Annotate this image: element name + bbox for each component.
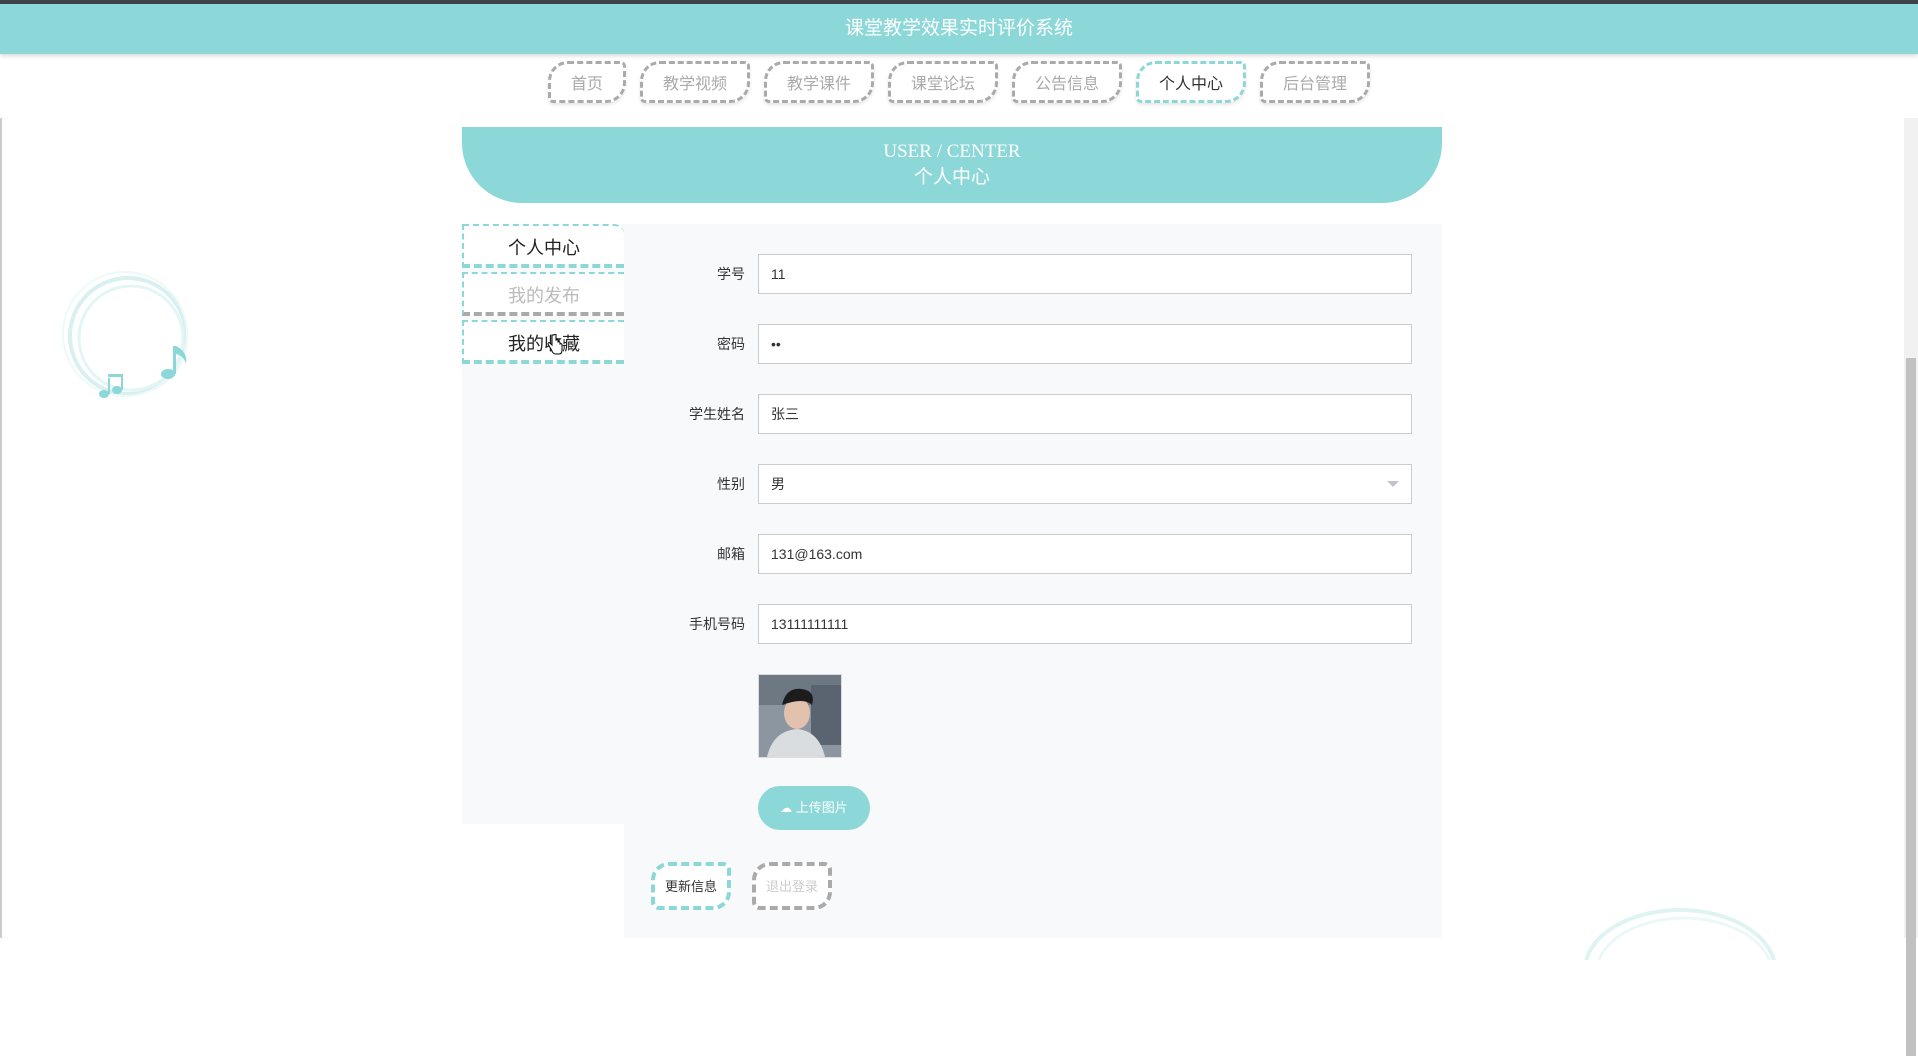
scrollbar-thumb[interactable] bbox=[1906, 358, 1916, 1056]
upload-image-button[interactable]: ☁ 上传图片 bbox=[758, 786, 870, 830]
phone-input[interactable]: 13111111111 bbox=[758, 604, 1412, 644]
nav-announcements[interactable]: 公告信息 bbox=[1012, 61, 1123, 103]
music-circle-decoration bbox=[62, 271, 188, 398]
banner-title-en: USER / CENTER bbox=[883, 141, 1021, 162]
student-id-label: 学号 bbox=[717, 266, 745, 282]
page-scrollbar[interactable] bbox=[1904, 118, 1918, 1056]
site-title: 课堂教学效果实时评价系统 bbox=[844, 18, 1073, 39]
banner-title-cn: 个人中心 bbox=[913, 167, 990, 188]
nav-teaching-video[interactable]: 教学视频 bbox=[639, 61, 750, 103]
sidebar-item-my-favorites[interactable]: 我的收藏 bbox=[462, 320, 624, 364]
student-name-label: 学生姓名 bbox=[689, 406, 745, 422]
top-nav: 首页 教学视频 教学课件 课堂论坛 公告信息 个人中心 后台管理 bbox=[0, 61, 1918, 103]
nav-home[interactable]: 首页 bbox=[547, 61, 626, 103]
nav-personal-center[interactable]: 个人中心 bbox=[1136, 61, 1247, 103]
page-left-border bbox=[0, 118, 2, 938]
avatar-photo bbox=[759, 675, 841, 757]
nav-admin[interactable]: 后台管理 bbox=[1260, 61, 1371, 103]
password-input[interactable]: •• bbox=[758, 324, 1412, 364]
update-info-button[interactable]: 更新信息 bbox=[651, 862, 731, 910]
password-label: 密码 bbox=[717, 336, 745, 352]
upload-image-label: 上传图片 bbox=[795, 800, 848, 815]
hand-cursor-icon bbox=[547, 334, 563, 355]
sidebar-item-my-posts[interactable]: 我的发布 bbox=[462, 272, 624, 316]
section-banner: USER / CENTER 个人中心 bbox=[462, 127, 1442, 203]
avatar[interactable] bbox=[758, 674, 842, 758]
nav-forum[interactable]: 课堂论坛 bbox=[887, 61, 998, 103]
student-id-input[interactable]: 11 bbox=[758, 254, 1412, 294]
gender-select[interactable]: 男 bbox=[758, 464, 1412, 504]
sidebar-item-personal-center[interactable]: 个人中心 bbox=[462, 224, 624, 268]
circle-decoration-bottom bbox=[1584, 908, 1776, 960]
nav-courseware[interactable]: 教学课件 bbox=[763, 61, 874, 103]
email-label: 邮箱 bbox=[717, 546, 745, 562]
gender-label: 性别 bbox=[717, 476, 745, 492]
page-header: 课堂教学效果实时评价系统 bbox=[0, 4, 1918, 54]
cloud-upload-icon: ☁ bbox=[780, 801, 793, 815]
email-input[interactable]: 131@163.com bbox=[758, 534, 1412, 574]
logout-button[interactable]: 退出登录 bbox=[752, 862, 832, 910]
phone-label: 手机号码 bbox=[689, 616, 745, 632]
chevron-down-icon bbox=[1387, 481, 1399, 487]
gender-selected-value: 男 bbox=[771, 476, 785, 492]
music-note-icon bbox=[161, 346, 187, 379]
student-name-input[interactable]: 张三 bbox=[758, 394, 1412, 434]
